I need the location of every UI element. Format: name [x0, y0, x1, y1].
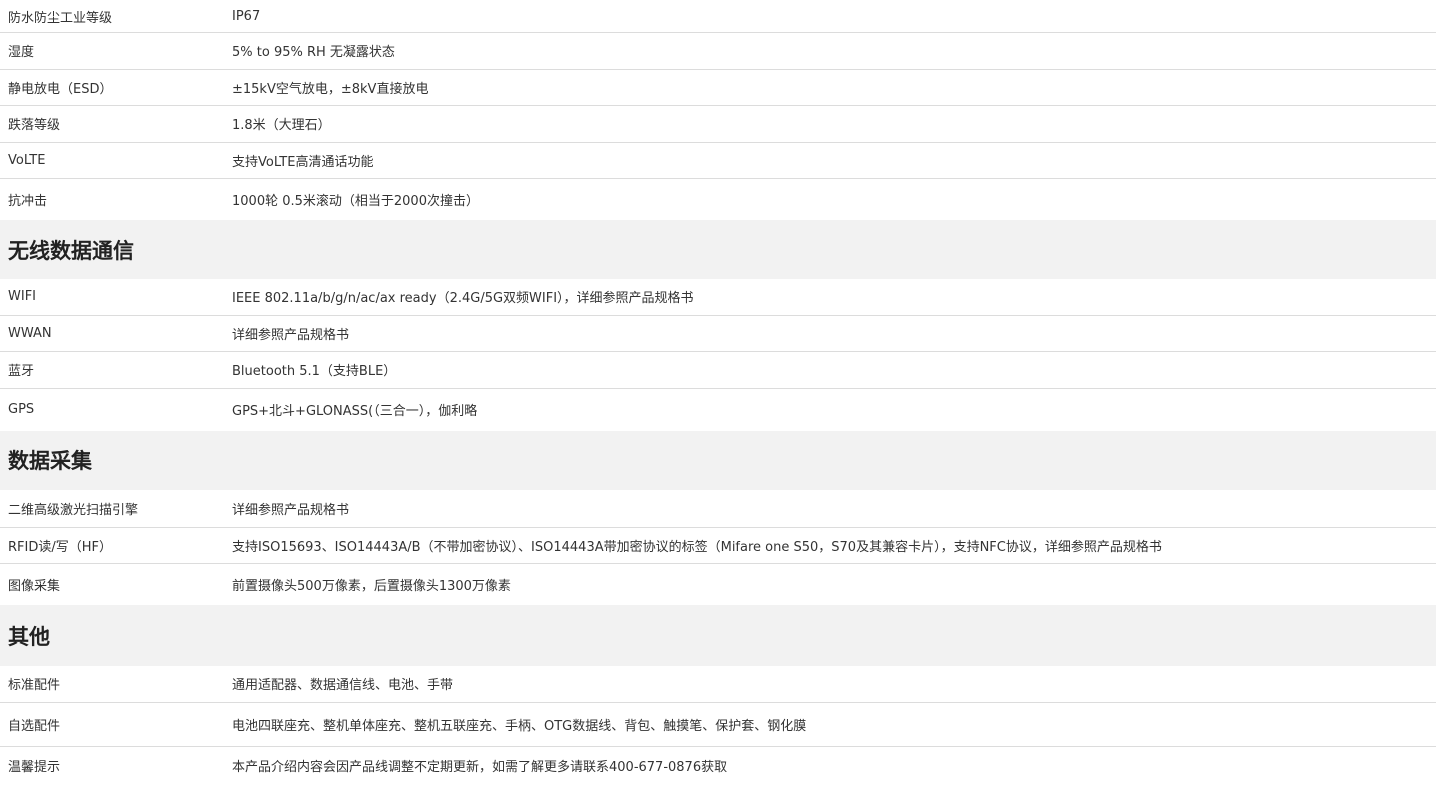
spec-label: 自选配件 [8, 718, 61, 734]
spec-row-camera: 图像采集 前置摄像头500万像素，后置摄像头1300万像素 [0, 564, 1436, 605]
spec-label: 温馨提示 [8, 760, 61, 775]
spec-label: 图像采集 [8, 579, 61, 594]
spec-row-optional-accessories: 自选配件 电池四联座充、整机单体座充、整机五联座充、手柄、OTG数据线、背包、触… [0, 703, 1436, 747]
spec-row-waterproof: 防水防尘工业等级 IP67 [0, 0, 1436, 33]
spec-group-other: 标准配件 通用适配器、数据通信线、电池、手带 自选配件 电池四联座充、整机单体座… [0, 666, 1436, 785]
spec-value: IEEE 802.11a/b/g/n/ac/ax ready（2.4G/5G双频… [232, 291, 694, 307]
spec-row-standard-accessories: 标准配件 通用适配器、数据通信线、电池、手带 [0, 666, 1436, 703]
spec-value: 通用适配器、数据通信线、电池、手带 [232, 678, 454, 694]
spec-value: 支持VoLTE高清通话功能 [232, 154, 374, 170]
spec-row-bluetooth: 蓝牙 Bluetooth 5.1（支持BLE） [0, 352, 1436, 389]
spec-row-scan-engine: 二维高级激光扫描引擎 详细参照产品规格书 [0, 490, 1436, 528]
section-title-wireless: 无线数据通信 [0, 220, 1436, 279]
spec-value: 前置摄像头500万像素，后置摄像头1300万像素 [232, 579, 511, 594]
spec-row-wifi: WIFI IEEE 802.11a/b/g/n/ac/ax ready（2.4G… [0, 279, 1436, 316]
spec-label: GPS [8, 402, 35, 417]
spec-value: 1000轮 0.5米滚动（相当于2000次撞击） [232, 194, 479, 209]
spec-value: 1.8米（大理石） [232, 118, 331, 134]
spec-value: 本产品介绍内容会因产品线调整不定期更新，如需了解更多请联系400-677-087… [232, 760, 728, 775]
spec-row-impact: 抗冲击 1000轮 0.5米滚动（相当于2000次撞击） [0, 179, 1436, 220]
spec-row-esd: 静电放电（ESD） ±15kV空气放电，±8kV直接放电 [0, 70, 1436, 106]
spec-label: 二维高级激光扫描引擎 [8, 502, 139, 518]
spec-label: 跌落等级 [8, 118, 61, 134]
spec-group-wireless: WIFI IEEE 802.11a/b/g/n/ac/ax ready（2.4G… [0, 279, 1436, 431]
section-title-other: 其他 [0, 605, 1436, 666]
spec-label: WIFI [8, 289, 36, 305]
spec-label: 蓝牙 [8, 364, 35, 380]
spec-value: IP67 [232, 8, 261, 24]
spec-label: RFID读/写（HF） [8, 539, 112, 555]
spec-label: WWAN [8, 325, 52, 341]
spec-row-wwan: WWAN 详细参照产品规格书 [0, 316, 1436, 352]
spec-row-volte: VoLTE 支持VoLTE高清通话功能 [0, 143, 1436, 179]
spec-row-notice: 温馨提示 本产品介绍内容会因产品线调整不定期更新，如需了解更多请联系400-67… [0, 747, 1436, 785]
spec-label: 湿度 [8, 45, 35, 61]
spec-label: 标准配件 [8, 678, 61, 694]
spec-row-drop: 跌落等级 1.8米（大理石） [0, 106, 1436, 143]
spec-value: 电池四联座充、整机单体座充、整机五联座充、手柄、OTG数据线、背包、触摸笔、保护… [232, 718, 807, 734]
spec-value: ±15kV空气放电，±8kV直接放电 [232, 81, 429, 97]
spec-value: Bluetooth 5.1（支持BLE） [232, 364, 397, 380]
spec-label: 防水防尘工业等级 [8, 10, 113, 26]
spec-value: 详细参照产品规格书 [232, 502, 350, 518]
spec-group-capture: 二维高级激光扫描引擎 详细参照产品规格书 RFID读/写（HF） 支持ISO15… [0, 490, 1436, 606]
spec-table: 防水防尘工业等级 IP67 湿度 5% to 95% RH 无凝露状态 静电放电… [0, 0, 1436, 785]
spec-label: VoLTE [8, 152, 46, 168]
spec-row-humidity: 湿度 5% to 95% RH 无凝露状态 [0, 33, 1436, 70]
spec-value: 支持ISO15693、ISO14443A/B（不带加密协议）、ISO14443A… [232, 539, 1162, 555]
spec-value: GPS+北斗+GLONASS(（三合一），伽利略 [232, 404, 478, 419]
spec-label: 抗冲击 [8, 194, 48, 209]
spec-value: 详细参照产品规格书 [232, 327, 350, 343]
spec-row-rfid: RFID读/写（HF） 支持ISO15693、ISO14443A/B（不带加密协… [0, 528, 1436, 564]
spec-row-gps: GPS GPS+北斗+GLONASS(（三合一），伽利略 [0, 389, 1436, 431]
spec-label: 静电放电（ESD） [8, 81, 113, 97]
spec-group-environment: 防水防尘工业等级 IP67 湿度 5% to 95% RH 无凝露状态 静电放电… [0, 0, 1436, 220]
section-title-capture: 数据采集 [0, 430, 1436, 490]
spec-value: 5% to 95% RH 无凝露状态 [232, 45, 395, 61]
